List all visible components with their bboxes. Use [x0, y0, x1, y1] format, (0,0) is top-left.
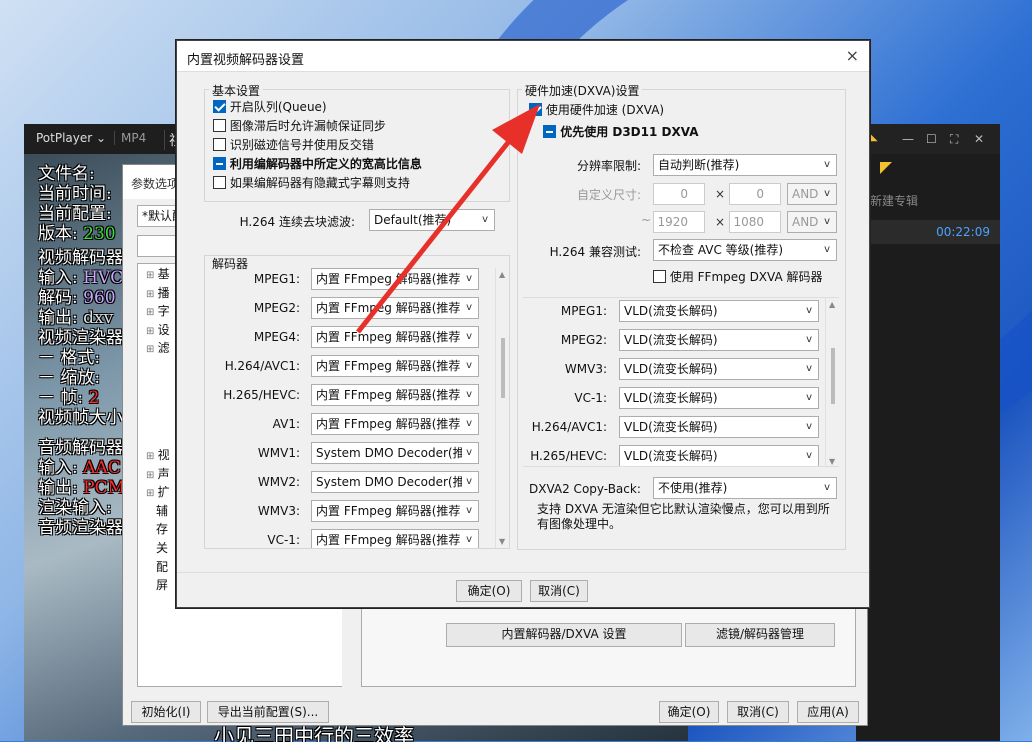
arrow-head [492, 104, 540, 154]
annotation-arrow [356, 104, 540, 334]
arrow-shaft [356, 138, 512, 334]
